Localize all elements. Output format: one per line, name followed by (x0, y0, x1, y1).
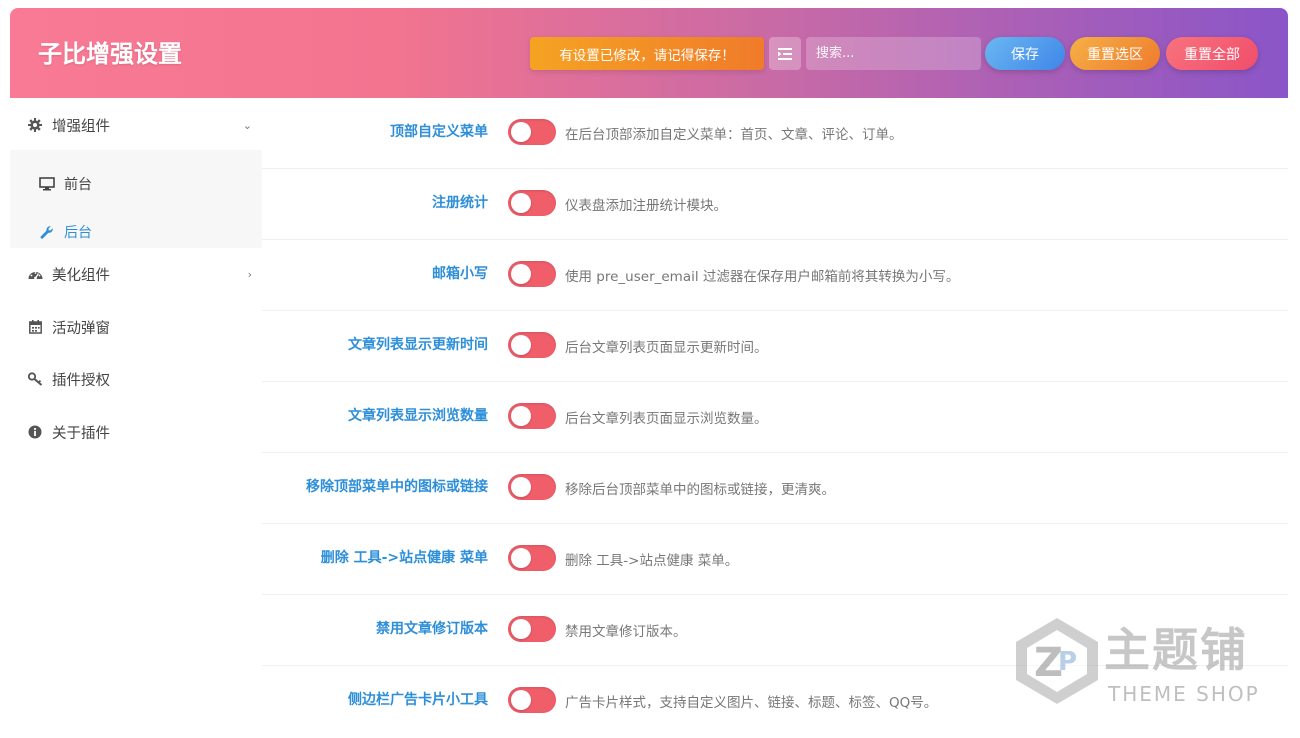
sidebar-item-enhance[interactable]: 增强组件 ⌄ (10, 100, 262, 150)
setting-toggle[interactable] (508, 261, 556, 287)
sidebar-item-label: 关于插件 (52, 425, 110, 442)
setting-description: 使用 pre_user_email 过滤器在保存用户邮箱前将其转换为小写。 (565, 269, 960, 285)
svg-text:P: P (1058, 647, 1077, 677)
info-circle-icon (26, 423, 44, 441)
toggle-knob (511, 406, 531, 426)
setting-toggle[interactable] (508, 403, 556, 429)
setting-row: 注册统计 仪表盘添加注册统计模块。 (262, 169, 1288, 240)
sidebar-item-beautify[interactable]: 美化组件 › (10, 249, 262, 299)
setting-row: 顶部自定义菜单 在后台顶部添加自定义菜单：首页、文章、评论、订单。 (262, 98, 1288, 169)
key-icon (26, 370, 44, 388)
list-indent-icon (778, 47, 792, 60)
reset-section-button[interactable]: 重置选区 (1070, 37, 1160, 70)
setting-description: 后台文章列表页面显示浏览数量。 (565, 411, 768, 427)
toggle-knob (511, 548, 531, 568)
toggle-knob (511, 619, 531, 639)
sidebar-item-about[interactable]: 关于插件 (10, 407, 262, 457)
setting-description: 禁用文章修订版本。 (565, 624, 687, 640)
sidebar-item-popup[interactable]: 活动弹窗 (10, 302, 262, 352)
page-title: 子比增强设置 (38, 40, 182, 68)
setting-row: 删除 工具->站点健康 菜单 删除 工具->站点健康 菜单。 (262, 524, 1288, 595)
setting-description: 广告卡片样式，支持自定义图片、链接、标题、标签、QQ号。 (565, 695, 938, 711)
setting-toggle[interactable] (508, 616, 556, 642)
toggle-knob (511, 690, 531, 710)
search-input[interactable] (806, 37, 981, 70)
setting-row: 文章列表显示更新时间 后台文章列表页面显示更新时间。 (262, 311, 1288, 382)
sidebar-item-label: 美化组件 (52, 267, 110, 284)
sidebar-subitem-label: 前台 (64, 177, 92, 193)
chevron-down-icon: ⌄ (242, 118, 252, 132)
watermark-title: 主题铺 (1104, 623, 1248, 677)
setting-label: 文章列表显示更新时间 (348, 337, 488, 353)
save-button[interactable]: 保存 (985, 37, 1065, 70)
setting-toggle[interactable] (508, 474, 556, 500)
setting-label: 文章列表显示浏览数量 (348, 408, 488, 424)
unsaved-notice: 有设置已修改，请记得保存！ (530, 37, 764, 70)
sidebar-subitem-frontend[interactable]: 前台 (10, 160, 262, 208)
setting-toggle[interactable] (508, 545, 556, 571)
setting-row: 文章列表显示浏览数量 后台文章列表页面显示浏览数量。 (262, 382, 1288, 453)
watermark-subtitle: THEME SHOP (1108, 682, 1260, 706)
setting-description: 后台文章列表页面显示更新时间。 (565, 340, 768, 356)
setting-description: 仪表盘添加注册统计模块。 (565, 198, 727, 214)
setting-description: 删除 工具->站点健康 菜单。 (565, 553, 739, 569)
theme-shop-logo-icon: Z P (1016, 618, 1098, 704)
sidebar-item-label: 活动弹窗 (52, 320, 110, 337)
setting-description: 在后台顶部添加自定义菜单：首页、文章、评论、订单。 (565, 127, 903, 143)
sidebar: 增强组件 ⌄ 前台 后台 美化组件 › 活动弹窗 插件授权 关于插件 (10, 98, 262, 738)
sidebar-item-license[interactable]: 插件授权 (10, 354, 262, 404)
toggle-knob (511, 335, 531, 355)
setting-row: 邮箱小写 使用 pre_user_email 过滤器在保存用户邮箱前将其转换为小… (262, 240, 1288, 311)
calendar-icon (26, 318, 44, 336)
setting-row: 移除顶部菜单中的图标或链接 移除后台顶部菜单中的图标或链接，更清爽。 (262, 453, 1288, 524)
chevron-right-icon: › (247, 267, 252, 281)
toggle-knob (511, 477, 531, 497)
setting-toggle[interactable] (508, 190, 556, 216)
setting-label: 侧边栏广告卡片小工具 (348, 692, 488, 708)
setting-toggle[interactable] (508, 332, 556, 358)
sidebar-item-label: 增强组件 (52, 118, 110, 135)
setting-toggle[interactable] (508, 119, 556, 145)
header-bar: 子比增强设置 有设置已修改，请记得保存！ 保存 重置选区 重置全部 (10, 8, 1288, 98)
setting-label: 移除顶部菜单中的图标或链接 (306, 479, 488, 495)
dashboard-icon (26, 265, 44, 283)
theme-shop-watermark: Z P 主题铺 THEME SHOP (1012, 612, 1282, 712)
sidebar-subitem-label: 后台 (64, 225, 92, 241)
setting-label: 邮箱小写 (432, 266, 488, 282)
sidebar-item-label: 插件授权 (52, 372, 110, 389)
setting-label: 删除 工具->站点健康 菜单 (320, 550, 488, 566)
monitor-icon (38, 175, 56, 193)
toggle-knob (511, 264, 531, 284)
setting-toggle[interactable] (508, 687, 556, 713)
setting-label: 注册统计 (432, 195, 488, 211)
setting-label: 禁用文章修订版本 (376, 621, 488, 637)
expand-all-button[interactable] (769, 37, 801, 70)
gear-icon (26, 116, 44, 134)
toggle-knob (511, 193, 531, 213)
wrench-icon (38, 223, 56, 241)
reset-all-button[interactable]: 重置全部 (1166, 37, 1258, 70)
toggle-knob (511, 122, 531, 142)
setting-label: 顶部自定义菜单 (390, 124, 488, 140)
setting-description: 移除后台顶部菜单中的图标或链接，更清爽。 (565, 482, 835, 498)
